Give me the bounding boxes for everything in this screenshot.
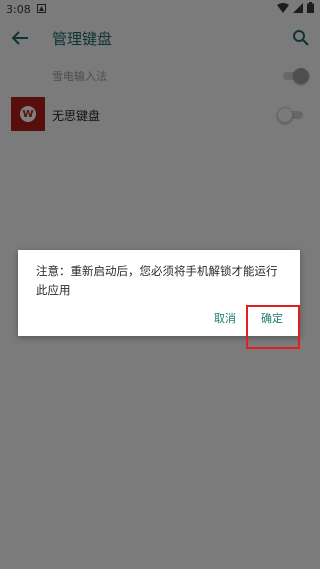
cancel-button[interactable]: 取消 — [210, 308, 240, 328]
dialog-message: 注意：重新启动后，您必须将手机解锁才能运行此应用 — [36, 264, 278, 297]
highlight-box — [246, 305, 300, 349]
